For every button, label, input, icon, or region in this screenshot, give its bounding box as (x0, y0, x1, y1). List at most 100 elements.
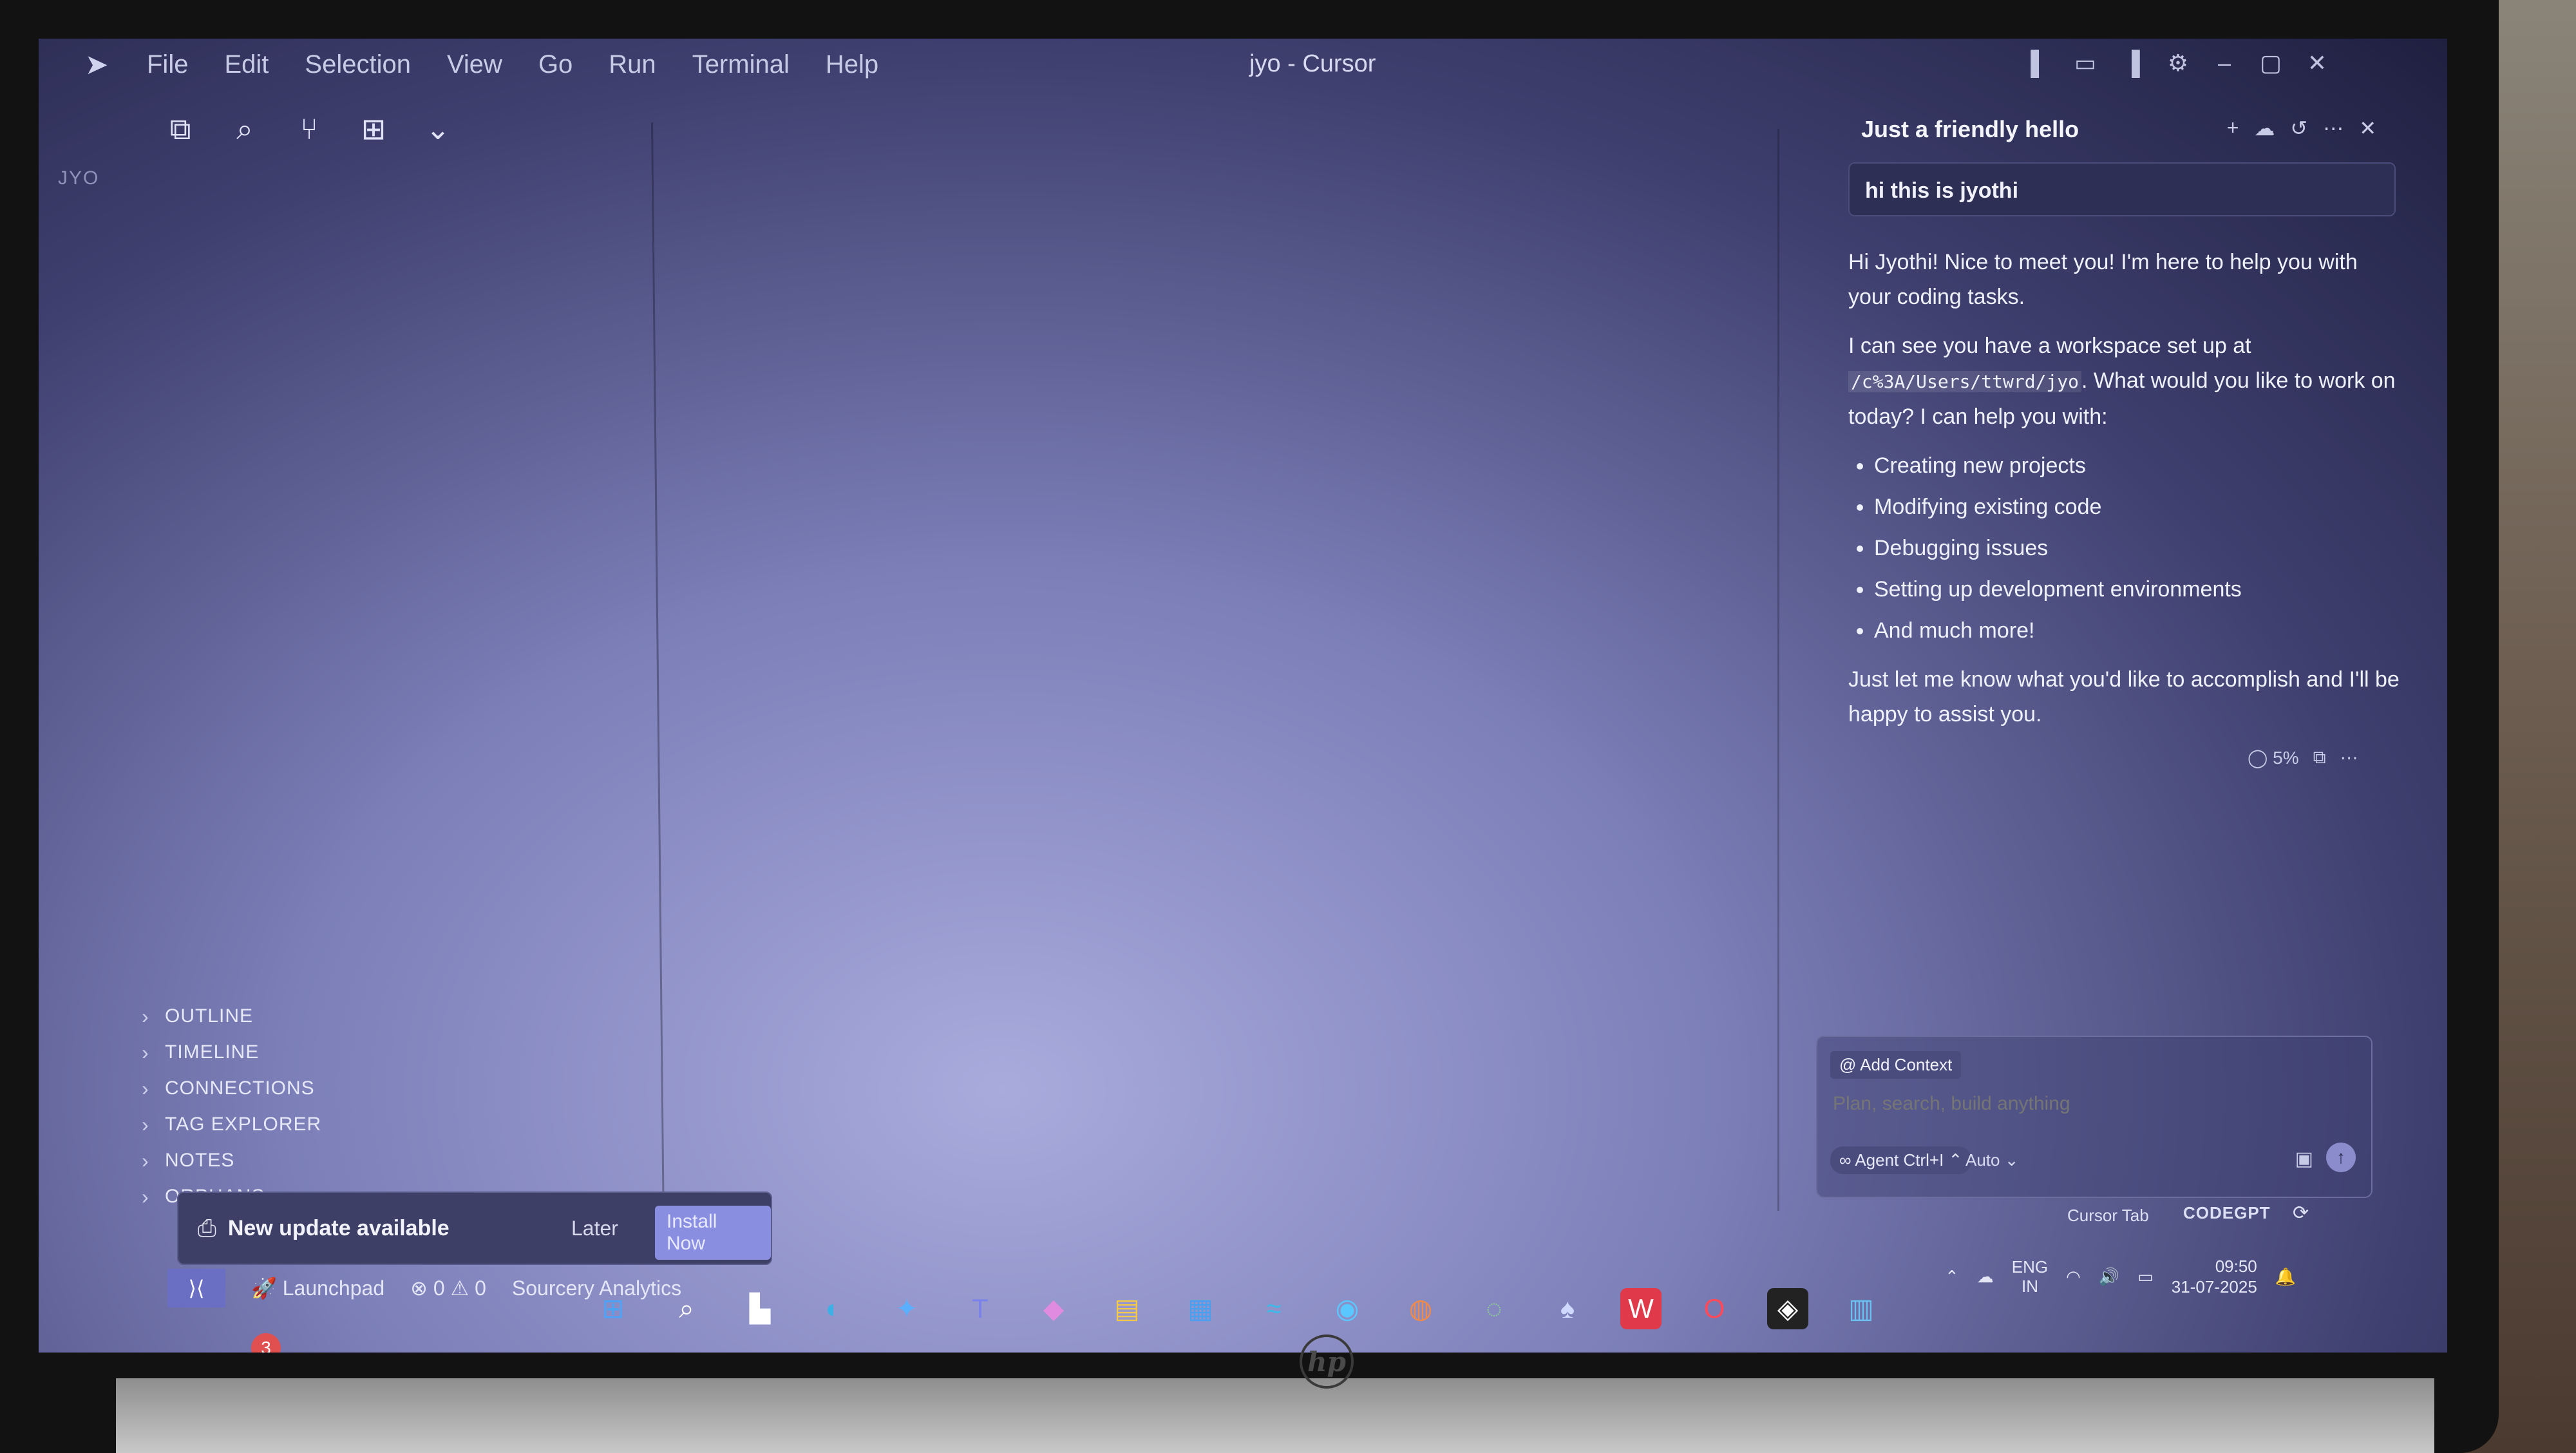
settings-gear-icon[interactable]: ⚙ (2164, 49, 2192, 77)
section-outline[interactable]: › OUTLINE (142, 998, 321, 1034)
chat-input[interactable] (1832, 1092, 2285, 1116)
volume-icon[interactable]: 🔊 (2099, 1267, 2119, 1287)
notification-badge[interactable]: 3 (251, 1333, 281, 1353)
chevron-right-icon: › (142, 1040, 149, 1064)
title-bar: ➤ File Edit Selection View Go Run Termin… (39, 39, 2447, 90)
chat-divider[interactable] (1777, 129, 1779, 1211)
section-label: OUTLINE (165, 1005, 254, 1027)
agent-mode-button[interactable]: ∞ Agent Ctrl+I ⌃ (1830, 1146, 1972, 1174)
edge-icon[interactable]: ◐ (813, 1288, 854, 1329)
cursor-taskbar-icon[interactable]: ◈ (1767, 1288, 1808, 1329)
menu-go[interactable]: Go (520, 50, 591, 79)
wifi-icon[interactable]: ◠ (2066, 1267, 2081, 1287)
list-item: Creating new projects (1874, 448, 2402, 483)
file-explorer-icon[interactable]: ▤ (1106, 1288, 1148, 1329)
teams-icon[interactable]: T (960, 1288, 1001, 1329)
refresh-icon[interactable]: ⟳ (2293, 1202, 2309, 1224)
maximize-icon[interactable]: ▢ (2257, 49, 2285, 77)
add-context-button[interactable]: @ Add Context (1830, 1051, 1962, 1079)
task-view-icon[interactable]: ▙ (739, 1288, 781, 1329)
explorer-icon[interactable]: ⧉ (161, 109, 200, 148)
onedrive-icon[interactable]: ☁ (1977, 1267, 1994, 1287)
history-icon[interactable]: ↺ (2290, 116, 2307, 140)
new-chat-icon[interactable]: + (2227, 116, 2239, 140)
user-message[interactable]: hi this is jyothi (1848, 162, 2396, 216)
source-control-icon[interactable]: ⑂ (290, 109, 328, 148)
close-icon[interactable]: ✕ (2303, 49, 2331, 77)
opera-icon[interactable]: O (1694, 1288, 1735, 1329)
chevron-right-icon: › (142, 1004, 149, 1028)
update-message: New update available (227, 1215, 450, 1240)
cursor-tab-status[interactable]: Cursor Tab (2067, 1206, 2149, 1226)
section-label: TIMELINE (165, 1041, 260, 1063)
model-selector[interactable]: Auto ⌄ (1965, 1150, 2019, 1170)
context-percent: 5% (2273, 748, 2299, 768)
app-swirl-icon[interactable]: ◌ (1473, 1288, 1515, 1329)
copilot-app-icon[interactable]: ◆ (1033, 1288, 1074, 1329)
remote-desktop-icon[interactable]: ▥ (1841, 1288, 1882, 1329)
workspace-label: JYO (58, 167, 100, 189)
assistant-message: Hi Jyothi! Nice to meet you! I'm here to… (1848, 245, 2402, 746)
screen: ➤ File Edit Selection View Go Run Termin… (39, 39, 2447, 1353)
chat-actions: + ☁ ↺ ⋯ ✕ (2227, 116, 2376, 140)
chat-title: Just a friendly hello (1861, 116, 2079, 142)
mysql-icon[interactable]: ≈ (1253, 1288, 1294, 1329)
menu-run[interactable]: Run (591, 50, 674, 79)
workspace-prefix: I can see you have a workspace set up at (1848, 334, 2251, 358)
extensions-icon[interactable]: ⊞ (354, 109, 393, 148)
copilot-icon[interactable]: ✦ (886, 1288, 927, 1329)
list-item: Debugging issues (1874, 531, 2402, 565)
section-connections[interactable]: › CONNECTIONS (142, 1070, 321, 1106)
section-timeline[interactable]: › TIMELINE (142, 1034, 321, 1070)
clock[interactable]: 09:50 31-07-2025 (2172, 1256, 2257, 1297)
menu-help[interactable]: Help (808, 50, 896, 79)
list-item: Modifying existing code (1874, 489, 2402, 524)
activity-toolbar: ⧉ ⌕ ⑂ ⊞ ⌄ (161, 109, 457, 148)
later-button[interactable]: Later (571, 1217, 618, 1240)
menu-terminal[interactable]: Terminal (674, 50, 808, 79)
menu-selection[interactable]: Selection (287, 50, 429, 79)
store-icon[interactable]: ▦ (1180, 1288, 1221, 1329)
copy-icon[interactable]: ⧉ (2313, 747, 2326, 768)
image-attach-icon[interactable]: ▣ (2295, 1148, 2313, 1170)
cursor-logo-icon: ➤ (84, 48, 109, 81)
section-notes[interactable]: › NOTES (142, 1143, 321, 1179)
assistant-workspace: I can see you have a workspace set up at… (1848, 328, 2402, 434)
toggle-secondary-sidebar-icon[interactable]: ▐ (2117, 49, 2146, 77)
menu-file[interactable]: File (129, 50, 206, 79)
gift-icon: ⎙ (198, 1214, 216, 1241)
language-indicator[interactable]: ENG IN (2012, 1257, 2048, 1296)
menu-edit[interactable]: Edit (206, 50, 287, 79)
list-item: And much more! (1874, 613, 2402, 648)
context-usage: ◯ 5% (2248, 748, 2299, 768)
section-label: CONNECTIONS (165, 1078, 315, 1099)
send-button[interactable]: ↑ (2326, 1143, 2356, 1172)
windows-start-icon[interactable]: ⊞ (592, 1288, 634, 1329)
tray-overflow-icon[interactable]: ⌃ (1945, 1267, 1959, 1287)
minimize-icon[interactable]: – (2210, 49, 2239, 77)
battery-icon[interactable]: ▭ (2137, 1267, 2154, 1287)
toggle-sidebar-icon[interactable]: ▌ (2025, 49, 2053, 77)
sidebar-divider[interactable] (650, 122, 665, 1230)
wps-office-icon[interactable]: W (1620, 1288, 1662, 1329)
section-tag-explorer[interactable]: › TAG EXPLORER (142, 1106, 321, 1143)
toggle-panel-icon[interactable]: ▭ (2071, 49, 2099, 77)
codegpt-status[interactable]: CODEGPT (2183, 1203, 2271, 1223)
solitaire-icon[interactable]: ♠ (1547, 1288, 1588, 1329)
close-chat-icon[interactable]: ✕ (2359, 116, 2376, 140)
assistant-greeting: Hi Jyothi! Nice to meet you! I'm here to… (1848, 250, 2358, 309)
chevron-down-icon[interactable]: ⌄ (419, 109, 457, 148)
chevron-right-icon: › (142, 1148, 149, 1172)
menu-view[interactable]: View (429, 50, 520, 79)
menu-bar: File Edit Selection View Go Run Terminal… (129, 50, 896, 79)
github-desktop-icon[interactable]: ◉ (1327, 1288, 1368, 1329)
cloud-icon[interactable]: ☁ (2254, 116, 2275, 140)
more-icon[interactable]: ⋯ (2323, 116, 2344, 140)
message-more-icon[interactable]: ⋯ (2340, 747, 2358, 768)
message-meta: ◯ 5% ⧉ ⋯ (2248, 747, 2358, 768)
taskbar-search-icon[interactable]: ⌕ (666, 1288, 707, 1329)
notification-bell-icon[interactable]: 🔔 (2275, 1267, 2296, 1287)
search-icon[interactable]: ⌕ (225, 109, 264, 148)
firefox-icon[interactable]: ◍ (1400, 1288, 1441, 1329)
hp-logo: hp (1300, 1334, 1354, 1389)
